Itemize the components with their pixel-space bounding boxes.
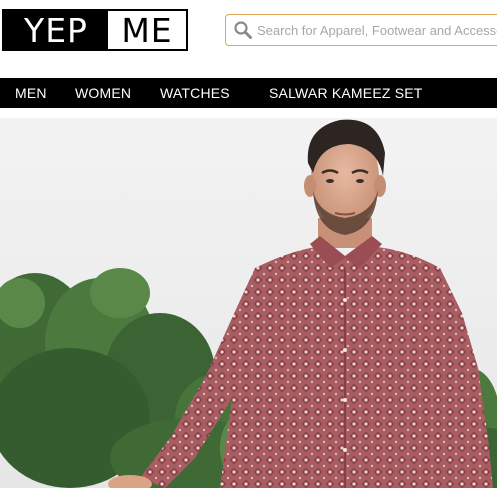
nav-item-women[interactable]: WOMEN — [75, 78, 131, 108]
search-icon[interactable] — [229, 15, 257, 45]
logo-text-right: ME — [121, 10, 173, 50]
yepme-logo[interactable]: YEP ME — [2, 9, 188, 51]
search-input[interactable] — [257, 22, 497, 38]
main-navigation: MEN WOMEN WATCHES SALWAR KAMEEZ SET — [0, 78, 497, 108]
hero-image — [0, 119, 497, 488]
hero-banner[interactable] — [0, 118, 497, 488]
site-header: YEP ME — [0, 0, 497, 78]
nav-item-watches[interactable]: WATCHES — [160, 78, 230, 108]
logo-text-left: YEP — [4, 11, 108, 49]
nav-item-men[interactable]: MEN — [15, 78, 47, 108]
nav-item-salwar-kameez-set[interactable]: SALWAR KAMEEZ SET — [269, 78, 423, 108]
search-box — [225, 14, 497, 46]
